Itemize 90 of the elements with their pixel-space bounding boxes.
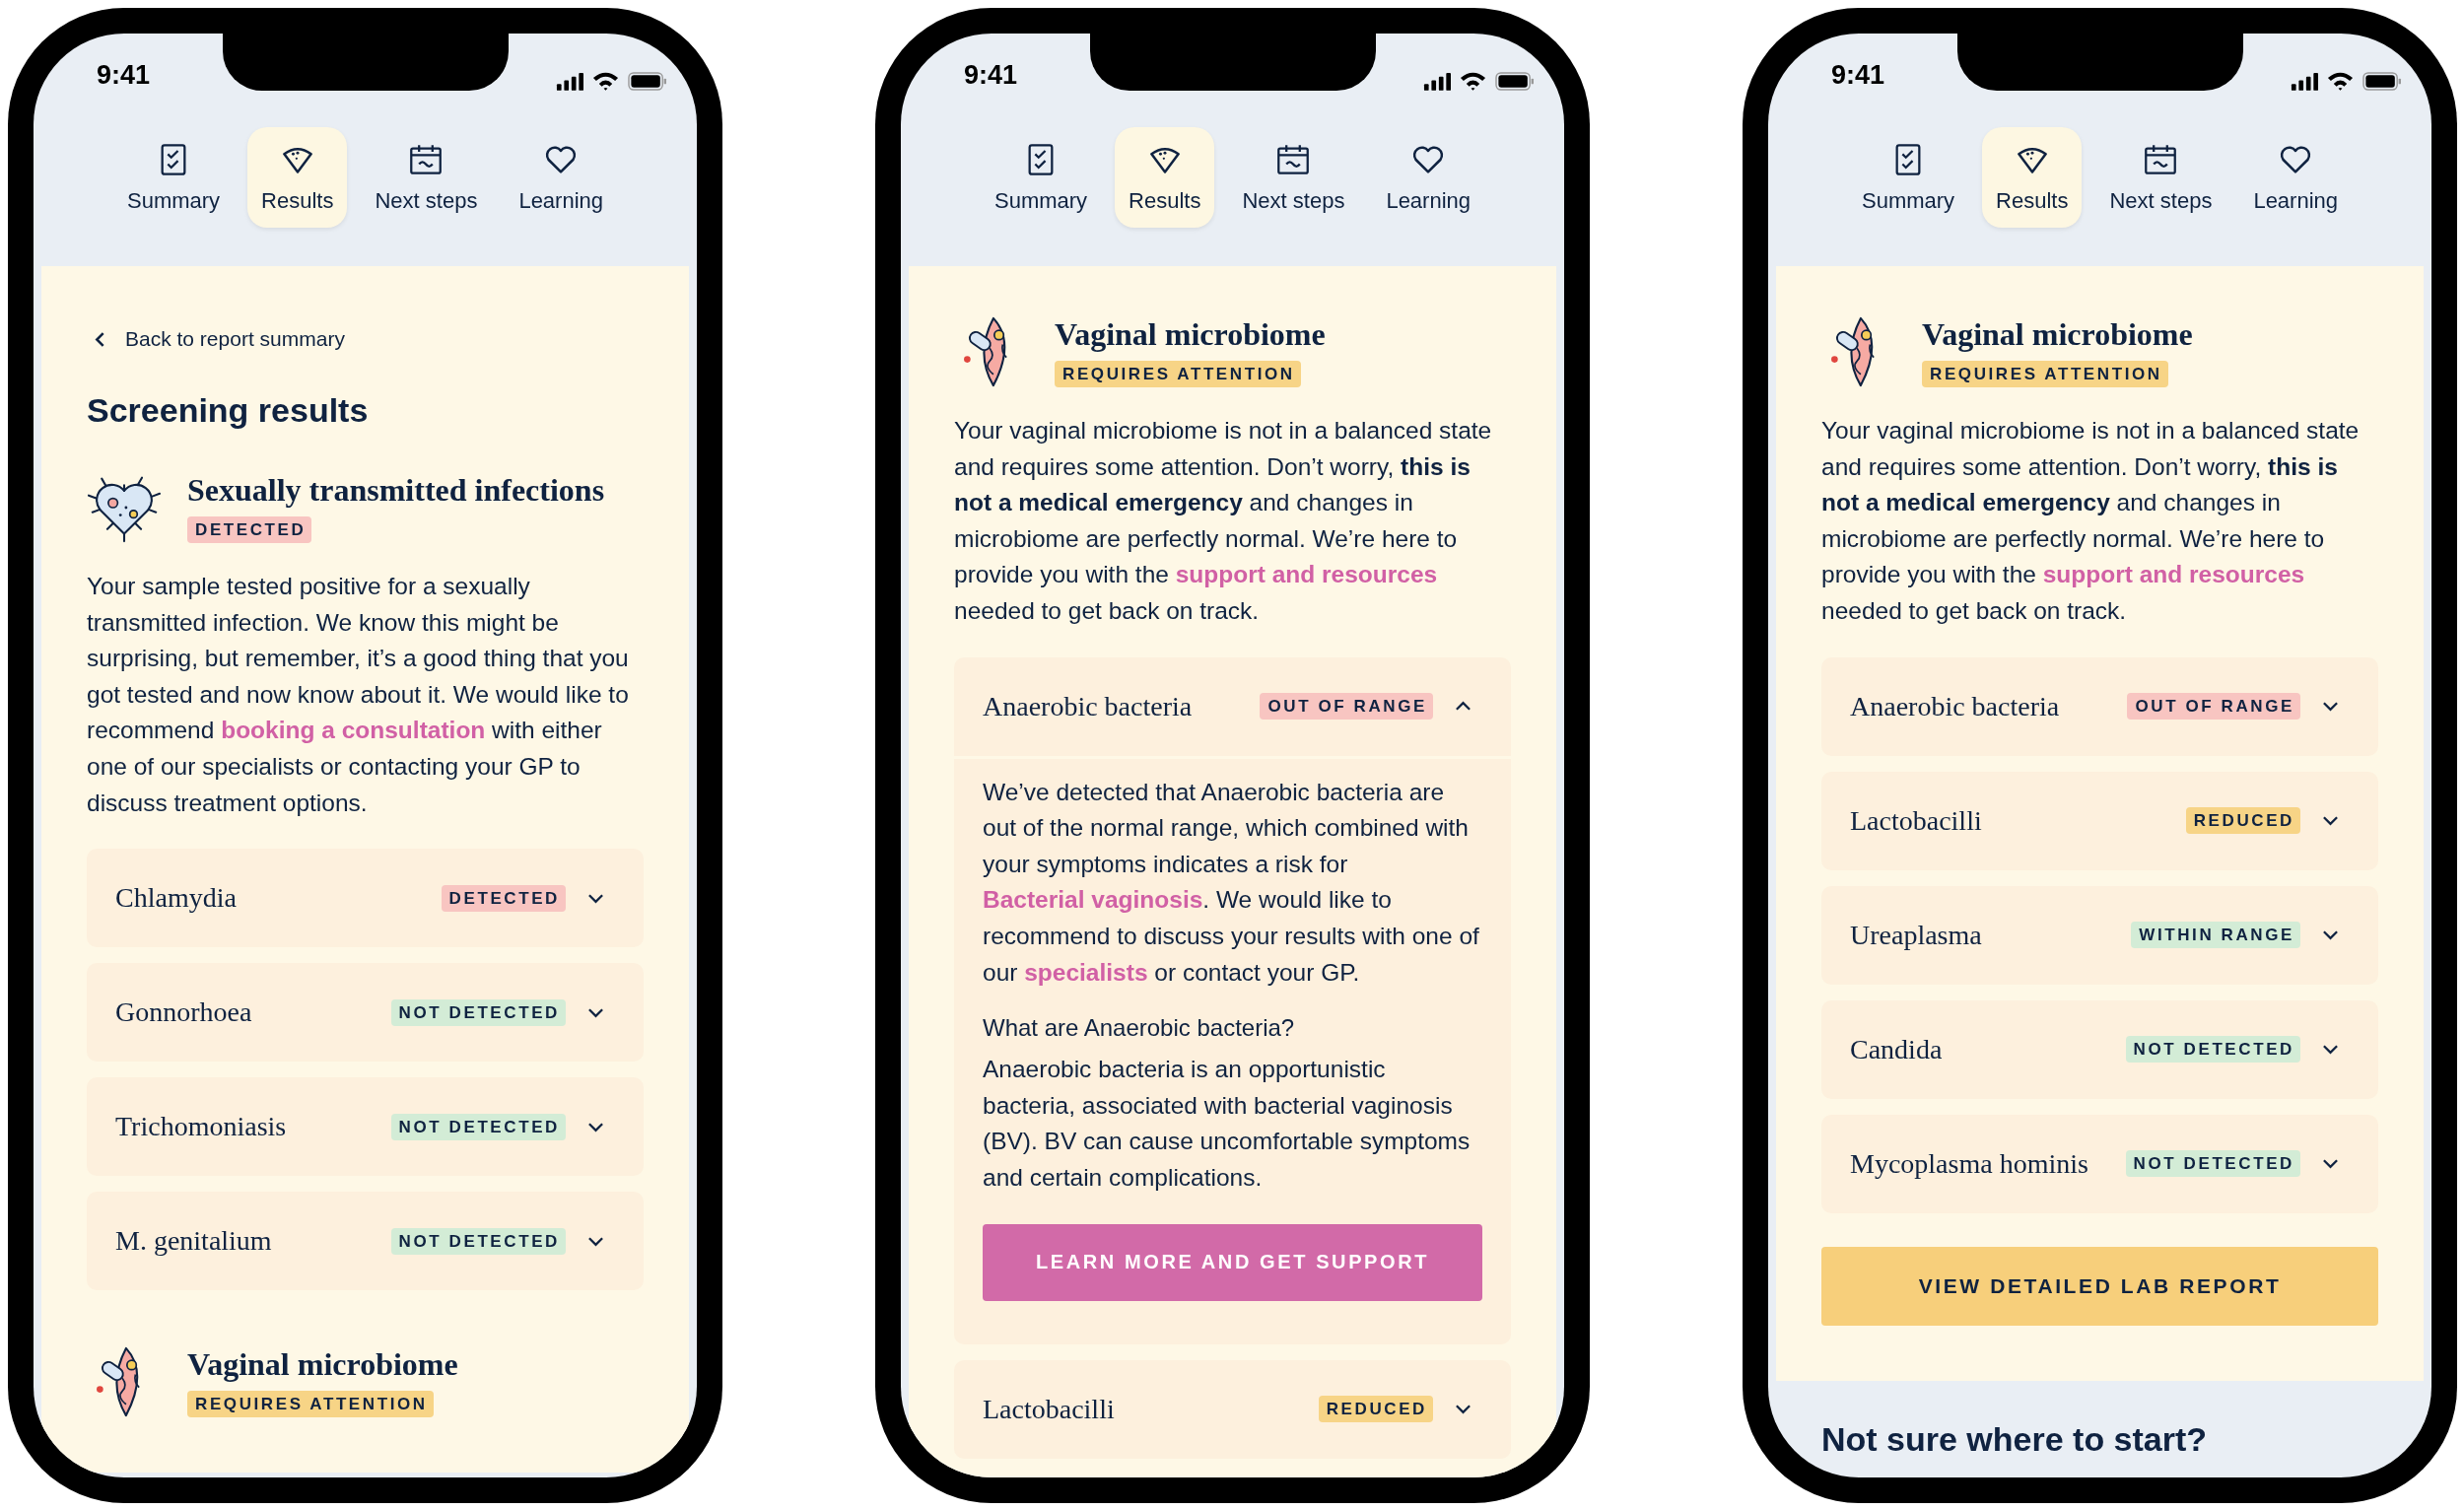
signal-icon [556, 71, 583, 91]
status-badge: NOT DETECTED [390, 1113, 566, 1140]
chevron-down-icon[interactable] [587, 892, 604, 904]
chevron-down-icon[interactable] [2322, 701, 2339, 713]
section-title: Vaginal microbiome [1922, 315, 2193, 353]
chevron-down-icon[interactable] [587, 1235, 604, 1247]
signal-icon [2291, 71, 2318, 91]
subheading: What are Anaerobic bacteria? [983, 1014, 1296, 1043]
paragraph: We’ve detected that Anaerobic bacteria are out of the normal range, which combined with your symptoms indicates a risk for Bacterial vaginosis. We would like to recommend to discuss your results with one of our specialists or contact your GP. [983, 777, 1480, 988]
chevron-down-icon[interactable] [2322, 929, 2339, 941]
result-card[interactable]: Gonnorhoea NOT DETECTED [87, 963, 644, 1063]
calendar-icon [409, 143, 444, 176]
chevron-down-icon[interactable] [1455, 1404, 1472, 1414]
chevron-left-icon [95, 330, 105, 348]
chevron-up-icon[interactable] [1455, 701, 1472, 713]
result-name: Lactobacilli [1850, 804, 1983, 837]
chevron-down-icon[interactable] [2322, 815, 2339, 827]
calendar-icon [1276, 143, 1311, 176]
nav-tab[interactable]: Results [1115, 127, 1215, 228]
status-time: 9:41 [1831, 60, 1885, 91]
result-card[interactable]: M. genitalium NOT DETECTED [87, 1192, 644, 1291]
result-card[interactable]: Mycoplasma hominis NOT DETECTED [1821, 1114, 2378, 1213]
battery-icon [2362, 71, 2402, 91]
paragraph: Your vaginal microbiome is not in a balanced state and requires some attention. Don’t worry, this is not a medical emergency and changes in microbiome are perfectly normal. We’re here to provide you with the support and resources needed to get back on track. [954, 416, 1493, 626]
battery-icon [1495, 71, 1535, 91]
chevron-down-icon[interactable] [2322, 1044, 2339, 1056]
status-badge: DETECTED [187, 516, 312, 543]
nav-tab[interactable]: Learning [1372, 127, 1485, 228]
signal-icon [1423, 71, 1451, 91]
nav-tab[interactable]: Results [247, 127, 348, 228]
status-time: 9:41 [97, 60, 151, 91]
result-name: Anaerobic bacteria [983, 690, 1194, 722]
paragraph: Anaerobic bacteria is an opportunistic bacteria, associated with bacterial vaginosis (BV). BV can cause uncomfortable symptoms and certain complications. [983, 1055, 1472, 1193]
result-card[interactable]: Ureaplasma WITHIN RANGE [1821, 885, 2378, 985]
result-name: M. genitalium [115, 1225, 273, 1258]
status-badge: NOT DETECTED [2125, 1150, 2300, 1178]
wifi-icon [1460, 71, 1486, 91]
status-badge: OUT OF RANGE [2127, 693, 2300, 721]
status-badge: REDUCED [1318, 1396, 1433, 1422]
section-title: Sexually transmitted infections [187, 471, 605, 509]
status-badge: REQUIRES ATTENTION [1922, 361, 2168, 387]
section-title: Vaginal microbiome [187, 1345, 458, 1384]
nav-tab[interactable]: Learning [2239, 127, 2353, 228]
status-time: 9:41 [964, 60, 1018, 91]
status-badge: DETECTED [441, 884, 566, 912]
result-name: Ureaplasma [1850, 919, 1983, 951]
nav-tab[interactable]: Summary [112, 127, 235, 228]
wifi-icon [592, 71, 619, 91]
section-title: Vaginal microbiome [1055, 315, 1326, 353]
status-badge: REQUIRES ATTENTION [187, 1391, 434, 1418]
status-badge: NOT DETECTED [2125, 1036, 2300, 1064]
result-card[interactable]: Lactobacilli REDUCED [1821, 771, 2378, 870]
paragraph: Your vaginal microbiome is not in a balanced state and requires some attention. Don’t worry, this is not a medical emergency and changes in microbiome are perfectly normal. We’re here to provide you with the support and resources needed to get back on track. [1821, 416, 2361, 626]
back-link[interactable]: Back to report summary [95, 327, 345, 351]
status-badge: OUT OF RANGE [1260, 693, 1433, 721]
nav-tab[interactable]: Learning [505, 127, 618, 228]
result-card[interactable]: Trichomoniasis NOT DETECTED [87, 1077, 644, 1177]
chevron-down-icon[interactable] [587, 1006, 604, 1018]
result-card[interactable]: Candida NOT DETECTED [1821, 999, 2378, 1099]
paragraph: Your sample tested positive for a sexually transmitted infection. We know this might be surprising, but remember, it’s a good thing that you got tested and now know about it. We would like to recommend booking a consultation with either one of our specialists or contacting your GP to discuss treatment options. [87, 572, 630, 818]
lab-report-button[interactable]: VIEW DETAILED LAB REPORT [1821, 1246, 2378, 1326]
result-card[interactable] [954, 656, 1511, 1344]
status-badge: WITHIN RANGE [2131, 922, 2300, 949]
wifi-icon [2327, 71, 2354, 91]
nav-tab[interactable]: Summary [1847, 127, 1969, 228]
result-name: Mycoplasma hominis [1850, 1147, 2089, 1180]
status-badge: NOT DETECTED [390, 998, 566, 1026]
footer-heading: Not sure where to start? [1821, 1419, 2209, 1459]
status-badge: NOT DETECTED [390, 1227, 566, 1255]
result-card[interactable]: Lactobacilli REDUCED [954, 1359, 1511, 1459]
calendar-icon [2144, 143, 2178, 176]
nav-tab[interactable]: Next steps [1228, 127, 1359, 228]
status-badge: REQUIRES ATTENTION [1055, 361, 1301, 387]
nav-tab[interactable]: Results [1982, 127, 2083, 228]
nav-tab[interactable]: Summary [980, 127, 1102, 228]
nav-tab[interactable]: Next steps [2095, 127, 2226, 228]
result-name: Gonnorhoea [115, 996, 253, 1029]
battery-icon [628, 71, 667, 91]
chevron-down-icon[interactable] [587, 1121, 604, 1132]
result-name: Chlamydia [115, 882, 238, 915]
status-badge: REDUCED [2185, 807, 2300, 835]
result-name: Trichomoniasis [115, 1111, 288, 1143]
result-name: Anaerobic bacteria [1850, 690, 2061, 722]
result-name: Lactobacilli [983, 1393, 1116, 1425]
result-name: Candida [1850, 1033, 1944, 1065]
chevron-down-icon[interactable] [2322, 1158, 2339, 1170]
result-card[interactable]: Anaerobic bacteria OUT OF RANGE [1821, 656, 2378, 756]
nav-tab[interactable]: Next steps [361, 127, 492, 228]
page-heading: Screening results [87, 390, 370, 431]
result-card[interactable]: Chlamydia DETECTED [87, 849, 644, 948]
